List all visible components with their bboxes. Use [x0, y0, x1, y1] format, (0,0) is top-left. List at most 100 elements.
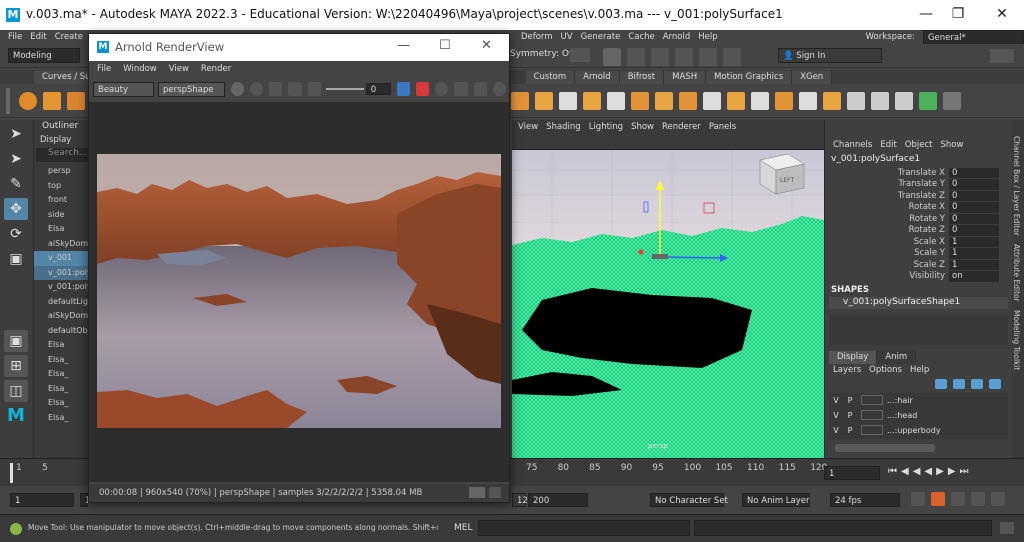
range-start-field[interactable]: 1 [10, 493, 74, 507]
keying-icon[interactable] [951, 492, 965, 506]
shelf-options-icon[interactable] [943, 91, 961, 110]
menu-cache[interactable]: Cache [628, 32, 654, 42]
attribute-value[interactable]: 0 [949, 202, 999, 213]
poly-icon-7[interactable] [631, 91, 649, 110]
poly-icon-11[interactable] [727, 91, 745, 110]
outliner-menu-display[interactable]: Display [40, 135, 71, 145]
outliner-item[interactable]: v_001:polySurfaceShape1 [34, 280, 94, 295]
outliner-item[interactable]: defaultLightSet [34, 295, 94, 310]
poly-icon-14[interactable] [799, 91, 817, 110]
perspective-viewport[interactable]: View Shading Lighting Show Renderer Pane… [512, 120, 824, 458]
attribute-row[interactable]: Scale Y 1 [825, 248, 1012, 260]
symmetry-label[interactable]: Symmetry: Off [510, 49, 575, 59]
layer-row[interactable]: V P ...:hair [829, 393, 1008, 407]
script-editor-icon[interactable] [1000, 522, 1014, 534]
layer-new-icon[interactable] [935, 379, 947, 389]
shape-name[interactable]: v_001:polySurfaceShape1 [829, 297, 1008, 309]
outliner-item[interactable]: Elsa_ [34, 382, 94, 397]
layer-visibility-toggle[interactable]: V [829, 396, 843, 405]
attribute-value[interactable]: 0 [949, 190, 999, 201]
shelf-tab-bifrost[interactable]: Bifrost [619, 70, 665, 84]
outliner-item-selected-child[interactable]: v_001:polySurface1 [34, 265, 94, 280]
layer-down-icon[interactable] [989, 379, 1001, 389]
viewport-menu-shading[interactable]: Shading [546, 122, 581, 132]
viewport-menu-panels[interactable]: Panels [709, 122, 736, 132]
poly-icon-2[interactable] [511, 91, 529, 110]
side-tab-channelbox[interactable]: Channel Box / Layer Editor [1012, 136, 1021, 236]
shelf-tab-mash[interactable]: MASH [664, 70, 707, 84]
camera-select[interactable]: perspShape [158, 81, 225, 97]
crop-icon[interactable] [288, 82, 302, 96]
green-tool-icon[interactable] [919, 91, 937, 110]
menu-create[interactable]: Create [55, 32, 83, 42]
play-backward-icon[interactable]: ◀ [924, 466, 936, 477]
lasso-tool-icon[interactable]: ➤ [4, 148, 28, 170]
layer-up-icon[interactable] [971, 379, 983, 389]
render-settings-icon[interactable] [699, 48, 717, 66]
mel-command-input[interactable] [478, 520, 690, 536]
menu-deform[interactable]: Deform [521, 32, 553, 42]
sphere-icon[interactable] [19, 91, 37, 110]
attribute-row[interactable]: Rotate Y 0 [825, 213, 1012, 225]
attribute-value[interactable]: 1 [949, 236, 999, 247]
channelbox-menu-show[interactable]: Show [940, 140, 963, 150]
outliner-item[interactable]: Elsa_ [34, 396, 94, 411]
step-back-icon[interactable]: ◀ [913, 466, 925, 477]
cylinder-icon[interactable] [67, 91, 85, 110]
layer-color-swatch[interactable] [861, 395, 883, 405]
poly-icon-4[interactable] [559, 91, 577, 110]
menu-arnold[interactable]: Arnold [663, 32, 691, 42]
exposure-field[interactable]: 0 [365, 83, 391, 95]
scale-tool-icon[interactable]: ▣ [4, 248, 28, 270]
minimize-icon[interactable]: — [916, 6, 936, 22]
renderview-close-icon[interactable]: ✕ [481, 38, 492, 53]
viewcube[interactable]: LEFT [759, 153, 805, 195]
shelf-tab-xgen[interactable]: XGen [792, 70, 833, 84]
outliner-item[interactable]: Elsa [34, 222, 94, 237]
outliner-item[interactable]: persp [34, 164, 94, 179]
attribute-value[interactable]: 0 [949, 213, 999, 224]
layer-visibility-toggle[interactable]: V [829, 411, 843, 420]
layer-tab-anim[interactable]: Anim [877, 350, 917, 364]
channelbox-menu-channels[interactable]: Channels [833, 140, 872, 150]
side-tab-modeling-toolkit[interactable]: Modeling Toolkit [1012, 310, 1021, 370]
range-end-field[interactable]: 200 [528, 493, 588, 507]
snap-grid-icon[interactable] [627, 48, 645, 66]
poly-icon-9[interactable] [679, 91, 697, 110]
outliner-item[interactable]: side [34, 208, 94, 223]
render-canvas[interactable] [89, 102, 509, 482]
renderview-menu-file[interactable]: File [97, 64, 111, 74]
attribute-row[interactable]: Rotate X 0 [825, 202, 1012, 214]
poly-icon-3[interactable] [535, 91, 553, 110]
magnet-icon[interactable] [603, 48, 621, 66]
paint-select-icon[interactable]: ✎ [4, 173, 28, 195]
menu-uv[interactable]: UV [561, 32, 573, 42]
rotate-tool-icon[interactable]: ⟳ [4, 223, 28, 245]
snap-point-icon[interactable] [675, 48, 693, 66]
hypershade-icon[interactable] [723, 48, 741, 66]
renderview-maximize-icon[interactable]: ☐ [439, 38, 451, 53]
ratio-icon[interactable] [269, 82, 283, 96]
viewport-menu-show[interactable]: Show [631, 122, 654, 132]
symmetry-dropdown[interactable] [570, 48, 590, 62]
aov-select[interactable]: Beauty [93, 81, 155, 97]
layer-scrollbar[interactable] [835, 444, 935, 452]
move-tool-icon[interactable]: ✥ [4, 198, 28, 220]
exposure-icon[interactable] [230, 82, 244, 96]
cube-icon[interactable] [43, 91, 61, 110]
range-inner-end-field[interactable]: 120 [512, 493, 533, 507]
shelf-handle[interactable] [6, 87, 10, 114]
single-view-icon[interactable]: ▣ [4, 330, 28, 352]
renderview-minimize-icon[interactable]: — [397, 38, 410, 53]
range-inner-start-field[interactable]: 1 [80, 493, 90, 507]
broadcast-icon[interactable] [473, 82, 487, 96]
fps-select[interactable]: 24 fps [830, 493, 900, 507]
layer-visibility-toggle[interactable]: V [829, 426, 843, 435]
auto-key-icon[interactable] [931, 492, 945, 506]
shelf-tab-custom[interactable]: Custom [525, 70, 576, 84]
renderview-menu-window[interactable]: Window [123, 64, 157, 74]
four-view-icon[interactable]: ⊞ [4, 355, 28, 377]
attribute-value[interactable]: 0 [949, 225, 999, 236]
attribute-value[interactable]: 0 [949, 179, 999, 190]
mode-select[interactable]: Modeling [8, 48, 80, 63]
